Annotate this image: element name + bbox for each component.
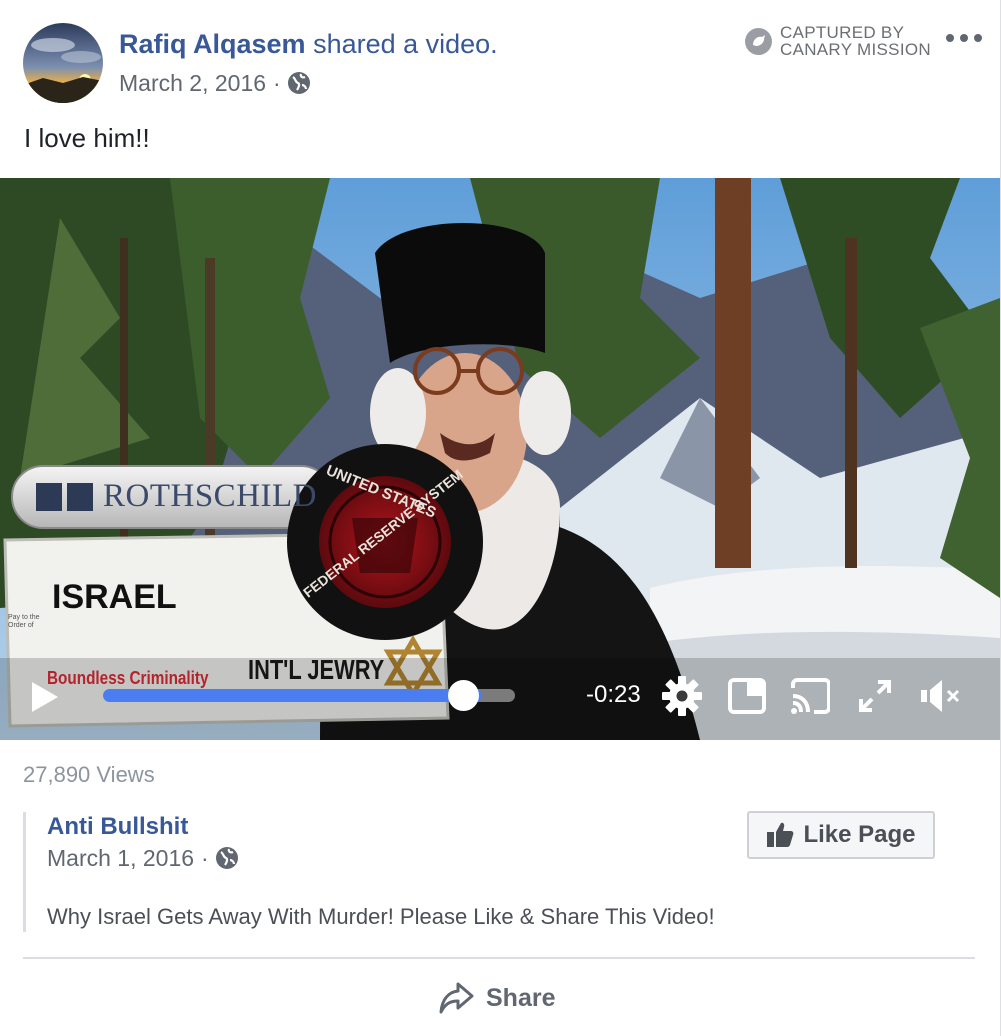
globe-icon[interactable] [287,71,311,95]
check-payee-text: ISRAEL [52,578,177,616]
more-dot [946,34,954,42]
captured-line-2: CANARY MISSION [780,40,931,59]
post-meta: March 2, 2016 · [119,68,311,98]
meta-separator: · [201,845,209,871]
avatar[interactable] [23,23,103,103]
globe-icon[interactable] [215,846,239,870]
shared-page-description: Why Israel Gets Away With Murder! Please… [47,904,715,929]
post-text: I love him!! [24,123,150,153]
like-page-button[interactable]: Like Page [747,811,935,859]
share-icon [439,982,474,1014]
post-card: Rafiq Alqasem shared a video. March 2, 2… [0,0,1001,1036]
muted-icon[interactable] [918,676,960,716]
divider [23,957,975,959]
progress-handle[interactable] [448,680,479,711]
more-dot [960,34,968,42]
video-player[interactable]: ROTHSCHILD UNITED STATES FEDERAL RESERVE… [0,178,1000,740]
post-date[interactable]: March 2, 2016 [119,68,266,98]
video-frame [0,178,1000,740]
thumbs-up-icon [767,822,794,847]
progress-bar-fill [103,689,482,702]
settings-icon[interactable] [662,676,702,716]
view-count: 27,890 Views [23,762,155,787]
cast-icon[interactable] [790,676,831,716]
more-dot [974,34,982,42]
check-signature-text: INT'L JEWRY [248,654,385,685]
rothschild-text: ROTHSCHILD [103,478,318,514]
shared-page-date[interactable]: March 1, 2016 [47,843,194,873]
more-options-icon[interactable] [946,26,982,50]
captured-line-1: CAPTURED BY [780,23,905,42]
share-button[interactable]: Share [438,980,555,1016]
fullscreen-icon[interactable] [855,676,895,716]
post-header-line: Rafiq Alqasem shared a video. [119,26,498,62]
check-memo-text: Boundless Criminality [47,668,209,688]
author-name[interactable]: Rafiq Alqasem [119,29,306,59]
time-remaining: -0:23 [586,681,641,708]
check-pay-to-text: Pay to the Order of [8,614,40,629]
shared-page-name[interactable]: Anti Bullshit [47,812,188,842]
shared-action[interactable]: shared a video. [306,29,498,59]
meta-separator: · [273,70,281,96]
quote-bar [23,812,26,932]
picture-in-picture-icon[interactable] [727,676,767,716]
play-icon[interactable] [30,680,60,714]
captured-by-text: CAPTURED BY CANARY MISSION [780,24,931,58]
like-page-label: Like Page [803,821,916,848]
shared-page-meta: March 1, 2016 · [47,843,239,873]
share-label: Share [486,983,556,1012]
canary-mission-icon [744,27,773,56]
captured-by-badge: CAPTURED BY CANARY MISSION [744,24,931,58]
